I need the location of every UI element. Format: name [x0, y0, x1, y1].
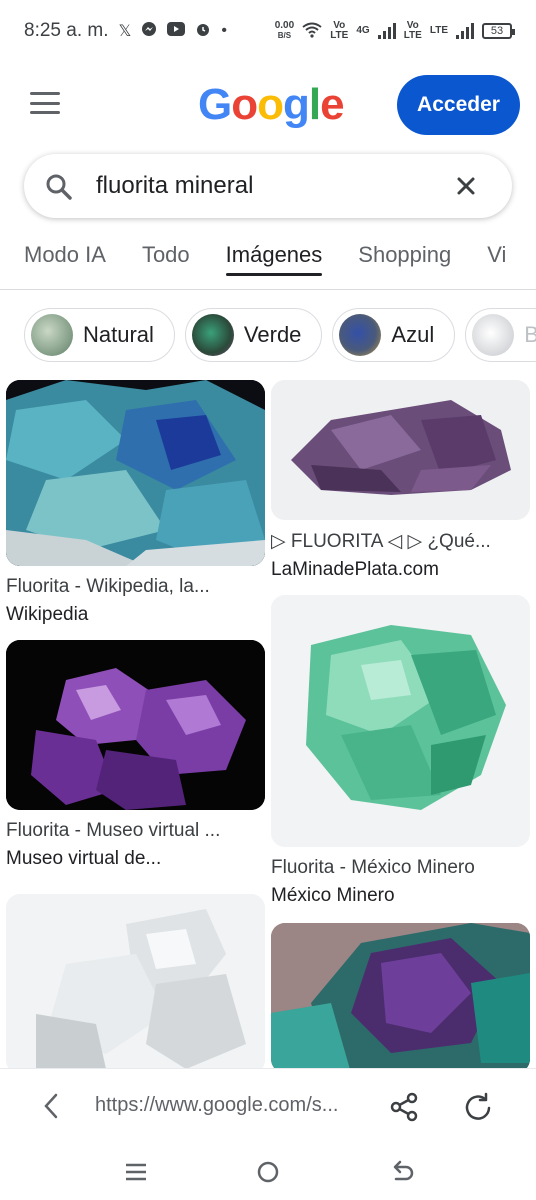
search-icon[interactable]	[44, 172, 74, 202]
speed-value: 0.00	[274, 20, 295, 31]
logo-letter: G	[198, 80, 232, 129]
system-nav-bar	[0, 1144, 536, 1200]
recents-icon[interactable]	[122, 1158, 150, 1186]
header: Google Acceder	[0, 70, 536, 140]
network-lte-label: LTE	[429, 25, 448, 36]
reload-icon[interactable]	[461, 1091, 495, 1125]
logo-letter: o	[231, 80, 258, 129]
battery-icon: 53	[482, 23, 515, 39]
logo-letter: e	[320, 80, 345, 129]
image-result[interactable]: ▷ FLUORITA ◁ ▷ ¿Qué... LaMinadePlata.com	[271, 380, 530, 581]
youtube-icon	[167, 21, 186, 41]
browser-bottom-bar: https://www.google.com/s...	[0, 1068, 536, 1144]
result-title[interactable]: ▷ FLUORITA ◁ ▷ ¿Qué...	[271, 530, 530, 553]
battery-level: 53	[490, 25, 504, 37]
result-source[interactable]: LaMinadePlata.com	[271, 559, 530, 581]
status-right: 0.00 B/S Vo LTE 4G Vo LTE LTE 53	[275, 21, 515, 41]
search-box[interactable]: fluorita mineral	[24, 154, 512, 218]
result-source[interactable]: Museo virtual de...	[6, 848, 265, 870]
share-icon[interactable]	[388, 1091, 420, 1123]
result-image[interactable]	[6, 894, 265, 1074]
result-image[interactable]	[271, 595, 530, 847]
result-title[interactable]: Fluorita - Museo virtual ...	[6, 820, 265, 842]
chip-thumbnail	[472, 314, 515, 356]
result-image[interactable]	[6, 380, 265, 566]
google-logo[interactable]: Google	[198, 80, 345, 130]
image-result[interactable]: Fluorita - México Minero México Minero	[271, 595, 530, 907]
volte-1-sub: LTE	[330, 30, 349, 41]
chip-label: B	[524, 322, 536, 347]
volte-1: Vo LTE	[330, 21, 348, 41]
clock: 8:25 a. m.	[24, 20, 109, 41]
logo-letter: g	[283, 80, 310, 129]
speed-unit: B/S	[277, 31, 292, 40]
image-result[interactable]	[6, 894, 265, 1074]
sign-in-button[interactable]: Acceder	[397, 75, 520, 135]
image-result[interactable]	[271, 923, 530, 1073]
tab-imagenes[interactable]: Imágenes	[208, 238, 341, 289]
result-source[interactable]: México Minero	[271, 885, 530, 907]
image-result[interactable]: Fluorita - Wikipedia, la... Wikipedia	[6, 380, 265, 626]
filter-chips: Natural Verde Azul B	[24, 308, 536, 362]
network-lte: LTE	[430, 26, 448, 36]
system-back-icon[interactable]	[388, 1158, 416, 1186]
results-column-right: ▷ FLUORITA ◁ ▷ ¿Qué... LaMinadePlata.com…	[271, 380, 530, 1073]
chip-thumbnail	[31, 314, 73, 356]
chip-azul[interactable]: Azul	[332, 308, 456, 362]
logo-letter: o	[257, 80, 284, 129]
signal-icon-2	[456, 23, 474, 39]
tab-videos[interactable]: Vi	[469, 238, 524, 289]
menu-icon[interactable]	[30, 92, 60, 114]
status-left: 8:25 a. m. 𝕏 •	[24, 20, 227, 42]
wifi-icon	[302, 22, 322, 41]
chip-label: Azul	[391, 322, 435, 347]
tab-shopping[interactable]: Shopping	[340, 238, 469, 289]
status-bar: 8:25 a. m. 𝕏 • 0.00 B/S Vo LTE 4G Vo LTE…	[0, 0, 536, 62]
results-column-left: Fluorita - Wikipedia, la... Wikipedia Fl…	[6, 380, 265, 1074]
result-image[interactable]	[271, 923, 530, 1073]
volte-2: Vo LTE	[404, 21, 422, 41]
logo-letter: l	[308, 80, 321, 129]
chip-verde[interactable]: Verde	[184, 308, 323, 362]
chip-thumbnail	[191, 314, 234, 356]
url-bar[interactable]: https://www.google.com/s...	[95, 1094, 357, 1117]
chip-label: Verde	[243, 322, 302, 347]
chip-natural[interactable]: Natural	[24, 308, 175, 362]
tab-modo-ia[interactable]: Modo IA	[24, 238, 124, 289]
chip-label: Natural	[83, 322, 154, 347]
alarm-icon	[195, 21, 211, 42]
network-4g-label: 4G	[356, 25, 370, 36]
image-result[interactable]: Fluorita - Museo virtual ... Museo virtu…	[6, 640, 265, 870]
result-source[interactable]: Wikipedia	[6, 604, 265, 626]
clear-icon[interactable]	[454, 174, 478, 198]
home-icon[interactable]	[254, 1158, 282, 1186]
tab-todo[interactable]: Todo	[124, 238, 208, 289]
result-image[interactable]	[6, 640, 265, 810]
search-tabs: Modo IA Todo Imágenes Shopping Vi	[0, 238, 536, 290]
back-icon[interactable]	[38, 1091, 64, 1121]
result-image[interactable]	[271, 380, 530, 520]
chip-blanco[interactable]: B	[465, 308, 536, 362]
result-title[interactable]: Fluorita - Wikipedia, la...	[6, 576, 265, 598]
result-title[interactable]: Fluorita - México Minero	[271, 857, 530, 879]
network-4g: 4G	[356, 26, 369, 36]
dot-icon: •	[221, 22, 227, 39]
volte-2-sub: LTE	[403, 30, 422, 41]
network-speed: 0.00 B/S	[275, 21, 294, 41]
search-input[interactable]: fluorita mineral	[96, 172, 253, 200]
messenger-icon	[141, 21, 157, 42]
x-app-icon: 𝕏	[118, 23, 132, 40]
signal-icon-1	[377, 23, 396, 39]
chip-thumbnail	[339, 314, 382, 356]
